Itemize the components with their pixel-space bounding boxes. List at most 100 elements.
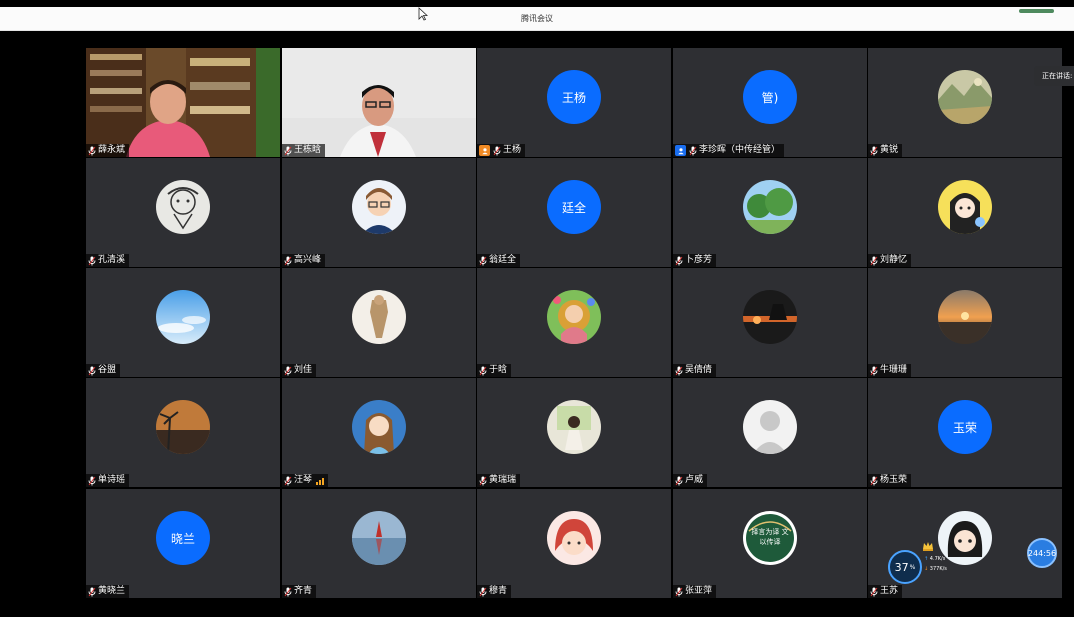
participant-tile[interactable]: 卜彦芳 (673, 158, 867, 267)
participant-name: 刘佳 (294, 365, 313, 375)
participant-name: 黄晓兰 (98, 586, 126, 596)
participant-name: 王苏 (880, 586, 899, 596)
avatar-initials: 廷全 (561, 200, 586, 215)
participant-name: 薛永斌 (98, 145, 126, 155)
participant-tile[interactable]: 刘佳 (282, 268, 476, 377)
participant-name: 刘静忆 (880, 255, 908, 265)
avatar (547, 400, 601, 454)
participant-name-bar: 吴倩倩 (673, 364, 717, 377)
participant-name: 王栋晗 (294, 145, 322, 155)
participant-name-bar: 于晗 (477, 364, 512, 377)
avatar (743, 180, 797, 234)
participant-tile[interactable]: 汪琴 (282, 378, 476, 487)
participant-tile[interactable]: 吴倩倩 (673, 268, 867, 377)
participant-tile[interactable]: 谷盟 (86, 268, 280, 377)
avatar (156, 180, 210, 234)
participant-tile[interactable]: 单诗瑶 (86, 378, 280, 487)
participant-name: 孔清溪 (98, 255, 126, 265)
participant-name: 翁廷全 (489, 255, 517, 265)
participant-name: 卜彦芳 (685, 255, 713, 265)
avatar (938, 70, 992, 124)
participant-tile[interactable]: 廷全翁廷全 (477, 158, 671, 267)
avatar (352, 511, 406, 565)
avatar: 晓兰 (156, 511, 210, 565)
avatar (352, 400, 406, 454)
participant-tile[interactable]: 晓兰黄晓兰 (86, 489, 280, 598)
host-badge-icon (479, 145, 490, 156)
avatar: 玉荣 (938, 400, 992, 454)
mic-icon (284, 587, 292, 596)
avatar-initials: 管) (761, 90, 779, 105)
participant-name: 卢威 (685, 475, 704, 485)
title-bar[interactable]: 腾讯会议 (0, 7, 1074, 31)
participant-tile[interactable]: 牛珊珊 (868, 268, 1062, 377)
participant-name-bar: 黄锐 (868, 144, 903, 157)
download-rate: 377K/s (929, 566, 947, 572)
participant-name-bar: 王栋晗 (282, 144, 326, 157)
avatar (156, 400, 210, 454)
participant-tile[interactable]: 刘静忆 (868, 158, 1062, 267)
participant-tile[interactable]: 齐青 (282, 489, 476, 598)
participant-name-bar: 薛永斌 (86, 144, 130, 157)
participant-tile[interactable]: 于晗 (477, 268, 671, 377)
participant-name-bar: 汪琴 (282, 474, 329, 487)
participant-tile[interactable]: 薛永斌 (86, 48, 280, 157)
participant-name: 黄瑞瑞 (489, 475, 517, 485)
participant-name: 单诗瑶 (98, 475, 126, 485)
mic-icon (479, 587, 487, 596)
participant-tile[interactable]: 管) 李珍晖（中传经管） (673, 48, 867, 157)
participant-name: 高兴峰 (294, 255, 322, 265)
participant-name: 吴倩倩 (685, 365, 713, 375)
mic-icon (675, 476, 683, 485)
participant-tile[interactable]: 高兴峰 (282, 158, 476, 267)
participant-tile[interactable]: 玉荣杨玉荣 (868, 378, 1062, 487)
participant-name-bar: 高兴峰 (282, 254, 326, 267)
participant-name: 黄锐 (880, 145, 899, 155)
mic-icon (493, 146, 501, 155)
participant-tile[interactable]: 择言为译 文以传译 张亚萍 (673, 489, 867, 598)
avatar: 择言为译 文以传译 (743, 511, 797, 565)
avatar (938, 180, 992, 234)
participant-tile[interactable]: 王杨 王杨 (477, 48, 671, 157)
avatar: 廷全 (547, 180, 601, 234)
window-title: 腾讯会议 (521, 14, 553, 23)
mic-icon (88, 146, 96, 155)
mic-icon (284, 476, 292, 485)
avatar (743, 290, 797, 344)
avatar: 管) (743, 70, 797, 124)
participant-name: 于晗 (489, 365, 508, 375)
mic-icon (88, 476, 96, 485)
participant-name-bar: 卢威 (673, 474, 708, 487)
mic-icon (88, 587, 96, 596)
mic-icon (870, 256, 878, 265)
participant-tile[interactable]: 孔清溪 (86, 158, 280, 267)
participant-tile[interactable]: 穆青 (477, 489, 671, 598)
meeting-timer[interactable]: 244:56 (1027, 538, 1057, 568)
top-strip (0, 0, 1074, 7)
mic-icon (88, 256, 96, 265)
participant-tile[interactable]: 王栋晗 (282, 48, 476, 157)
participant-name: 齐青 (294, 586, 313, 596)
participant-tile[interactable]: 卢威 (673, 378, 867, 487)
mic-icon (284, 256, 292, 265)
participant-name: 李珍晖（中传经管） (699, 145, 781, 155)
speaking-indicator: 正在讲话: (1034, 66, 1074, 86)
network-quality-ring: 37% (888, 550, 922, 584)
mic-icon (870, 587, 878, 596)
avatar (352, 290, 406, 344)
avatar (547, 511, 601, 565)
participant-name-bar: 穆青 (477, 585, 512, 598)
participant-name-bar: 李珍晖（中传经管） (673, 144, 785, 157)
mic-icon (689, 146, 697, 155)
participant-name-bar: 杨玉荣 (868, 474, 912, 487)
mouse-cursor-icon (418, 7, 428, 21)
upload-rate: 4.7K/s (929, 556, 946, 562)
window-control[interactable] (1019, 9, 1054, 13)
video-grid: 薛永斌 王栋晗 王杨 王杨 管) 李珍晖（中传经管） 黄锐 孔清溪 高兴峰 廷全 翁廷全 卜彦芳 刘静忆… (0, 32, 1074, 617)
mic-icon (675, 256, 683, 265)
mic-icon (88, 366, 96, 375)
network-percent: 37 (894, 560, 909, 574)
network-widget[interactable]: 37% ↑ 4.7K/s ↓ 377K/s (884, 548, 962, 584)
participant-tile[interactable]: 黄锐 (868, 48, 1062, 157)
participant-tile[interactable]: 黄瑞瑞 (477, 378, 671, 487)
